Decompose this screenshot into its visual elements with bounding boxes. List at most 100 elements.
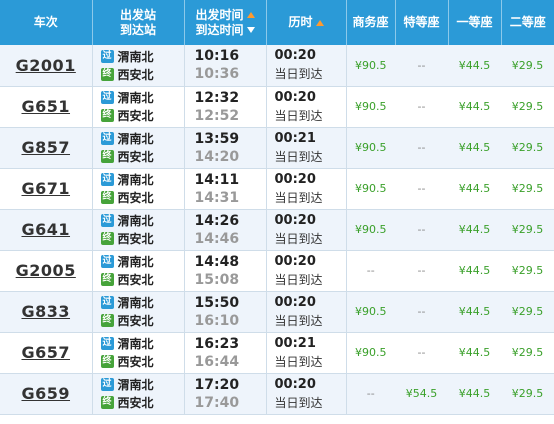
duration-value: 00:21 [274, 335, 316, 351]
table-row[interactable]: G2005 过渭南北终西安北 14:48 15:08 00:20 当日到达 -- -- ¥44.… [0, 250, 554, 292]
table-row[interactable]: G857 过渭南北终西安北 13:59 14:20 00:21 当日到达 ¥90.5 -- ¥4… [0, 127, 554, 169]
train-schedule-table: 车次 出发站 到达站 出发时间 到达时间 历时 商务座 特等座 一等座 二等座 … [0, 0, 554, 415]
header-departure-time[interactable]: 出发时间 [195, 8, 243, 22]
first-class-price: ¥44.5 [448, 373, 501, 415]
times-cell: 15:50 16:10 [184, 291, 267, 333]
pass-station-icon: 过 [100, 296, 114, 309]
duration-cell: 00:20 当日到达 [266, 291, 347, 333]
train-number-link[interactable]: G641 [21, 220, 70, 239]
header-times[interactable]: 出发时间 到达时间 [184, 0, 267, 45]
header-arrival-time[interactable]: 到达时间 [195, 23, 243, 37]
stations-cell: 过渭南北终西安北 [92, 86, 185, 128]
train-number-link[interactable]: G2001 [16, 56, 76, 75]
premium-seat-price-value: -- [417, 223, 426, 236]
business-seat-price-value: ¥90.5 [355, 305, 387, 318]
duration-cell: 00:20 当日到达 [266, 45, 347, 87]
business-seat-price: -- [346, 250, 395, 292]
table-row[interactable]: G833 过渭南北终西安北 15:50 16:10 00:20 当日到达 ¥90.5 -- ¥4… [0, 291, 554, 333]
second-class-price-value: ¥29.5 [511, 305, 544, 318]
departure-time: 17:20 [194, 376, 240, 393]
train-cell[interactable]: G2001 [0, 45, 93, 87]
second-class-price: ¥29.5 [501, 86, 554, 128]
second-class-price-value: ¥29.5 [511, 387, 544, 400]
departure-time: 10:16 [194, 48, 240, 65]
departure-time: 15:50 [194, 294, 240, 311]
to-station: 终西安北 [100, 189, 184, 207]
second-class-price: ¥29.5 [501, 250, 554, 292]
train-number-link[interactable]: G659 [21, 384, 70, 403]
duration-value: 00:20 [274, 294, 316, 310]
departure-time: 13:59 [194, 130, 240, 147]
from-station: 过渭南北 [100, 294, 184, 312]
premium-seat-price-value: -- [417, 141, 426, 154]
train-cell[interactable]: G2005 [0, 250, 93, 292]
to-station: 终西安北 [100, 230, 184, 248]
from-station-name: 渭南北 [117, 378, 154, 392]
second-class-price-value: ¥29.5 [511, 264, 544, 277]
times-cell: 17:20 17:40 [184, 373, 267, 415]
terminal-station-icon: 终 [100, 273, 114, 286]
business-seat-price-value: -- [366, 387, 375, 400]
table-row[interactable]: G659 过渭南北终西安北 17:20 17:40 00:20 当日到达 -- ¥54.5 ¥4… [0, 373, 554, 415]
business-seat-price-value: ¥90.5 [355, 100, 387, 113]
times-cell: 10:16 10:36 [184, 45, 267, 87]
table-body: G2001 过渭南北终西安北 10:16 10:36 00:20 当日到达 ¥90.5 -- ¥… [0, 45, 554, 415]
sort-up-icon[interactable] [246, 12, 255, 18]
duration-value: 00:20 [274, 253, 316, 269]
duration-cell: 00:21 当日到达 [266, 332, 347, 374]
premium-seat-price-value: -- [417, 305, 426, 318]
header-second: 二等座 [501, 0, 554, 45]
from-station-name: 渭南北 [117, 91, 154, 105]
train-number-link[interactable]: G833 [21, 302, 70, 321]
header-premium: 特等座 [395, 0, 449, 45]
sort-up-icon[interactable] [315, 19, 324, 26]
pass-station-icon: 过 [100, 214, 114, 227]
departure-time: 14:11 [194, 171, 240, 188]
to-station-name: 西安北 [117, 232, 154, 246]
stations-cell: 过渭南北终西安北 [92, 168, 185, 210]
train-cell[interactable]: G659 [0, 373, 93, 415]
train-cell[interactable]: G651 [0, 86, 93, 128]
second-class-price-value: ¥29.5 [511, 223, 544, 236]
from-station-name: 渭南北 [117, 132, 154, 146]
from-station: 过渭南北 [100, 212, 184, 230]
premium-seat-price-value: -- [417, 346, 426, 359]
train-number-link[interactable]: G671 [21, 179, 70, 198]
table-row[interactable]: G2001 过渭南北终西安北 10:16 10:36 00:20 当日到达 ¥90.5 -- ¥… [0, 45, 554, 87]
train-cell[interactable]: G671 [0, 168, 93, 210]
header-stations: 出发站 到达站 [92, 0, 185, 45]
header-duration[interactable]: 历时 [266, 0, 347, 45]
train-cell[interactable]: G641 [0, 209, 93, 251]
stations-cell: 过渭南北终西安北 [92, 127, 185, 169]
pass-station-icon: 过 [100, 337, 114, 350]
table-row[interactable]: G641 过渭南北终西安北 14:26 14:46 00:20 当日到达 ¥90.5 -- ¥4… [0, 209, 554, 251]
arrival-day: 当日到达 [274, 67, 323, 82]
train-cell[interactable]: G857 [0, 127, 93, 169]
from-station-name: 渭南北 [117, 49, 154, 64]
times-cell: 14:26 14:46 [184, 209, 267, 251]
header-duration-label[interactable]: 历时 [288, 15, 312, 29]
from-station-name: 渭南北 [117, 296, 154, 310]
sort-down-icon[interactable] [246, 27, 255, 33]
times-cell: 12:32 12:52 [184, 86, 267, 128]
pass-station-icon: 过 [100, 132, 114, 145]
departure-time: 14:48 [194, 253, 240, 270]
arrival-time: 16:10 [194, 312, 240, 329]
arrival-time: 16:44 [194, 353, 240, 370]
duration-cell: 00:20 当日到达 [266, 373, 347, 415]
train-number-link[interactable]: G2005 [16, 261, 76, 280]
table-row[interactable]: G651 过渭南北终西安北 12:32 12:52 00:20 当日到达 ¥90.5 -- ¥4… [0, 86, 554, 128]
train-cell[interactable]: G833 [0, 291, 93, 333]
train-cell[interactable]: G657 [0, 332, 93, 374]
stations-cell: 过渭南北终西安北 [92, 45, 185, 87]
arrival-day: 当日到达 [274, 108, 323, 123]
from-station: 过渭南北 [100, 130, 184, 148]
departure-time: 12:32 [194, 89, 240, 106]
train-number-link[interactable]: G657 [21, 343, 70, 362]
first-class-price-value: ¥44.5 [458, 182, 491, 195]
table-row[interactable]: G657 过渭南北终西安北 16:23 16:44 00:21 当日到达 ¥90.5 -- ¥4… [0, 332, 554, 374]
premium-seat-price: -- [395, 209, 448, 251]
train-number-link[interactable]: G651 [21, 97, 70, 116]
table-row[interactable]: G671 过渭南北终西安北 14:11 14:31 00:20 当日到达 ¥90.5 -- ¥4… [0, 168, 554, 210]
train-number-link[interactable]: G857 [21, 138, 70, 157]
